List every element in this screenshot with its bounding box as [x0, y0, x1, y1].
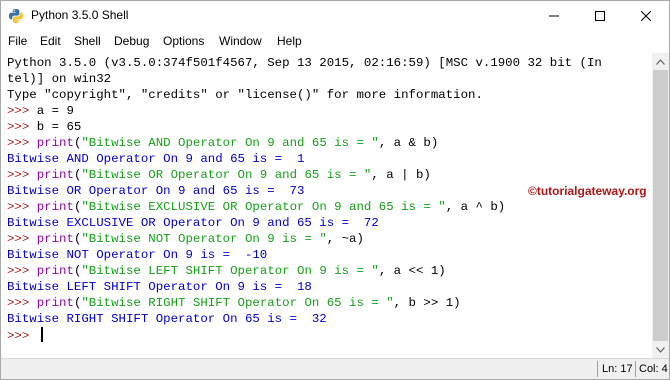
prompt: >>> [7, 120, 37, 134]
menu-shell[interactable]: Shell [74, 34, 101, 48]
builtin-name: print [36, 200, 74, 214]
shell-text-area[interactable]: Python 3.5.0 (v3.5.0:374f501f4567, Sep 1… [1, 53, 652, 358]
output-line: Bitwise LEFT SHIFT Operator On 9 is = 18 [7, 280, 312, 294]
input-line: >>> print("Bitwise LEFT SHIFT Operator O… [7, 263, 446, 279]
builtin-name: print [36, 264, 74, 278]
prompt: >>> [7, 296, 37, 310]
status-bar: Ln: 17 Col: 4 [1, 358, 669, 379]
window-title: Python 3.5.0 Shell [31, 8, 129, 22]
input-line: >>> print("Bitwise OR Operator On 9 and … [7, 167, 431, 183]
prompt: >>> [7, 264, 37, 278]
banner-line: Python 3.5.0 (v3.5.0:374f501f4567, Sep 1… [7, 56, 602, 70]
code: b = 65 [36, 120, 82, 134]
menu-window[interactable]: Window [219, 34, 262, 48]
input-line: >>> b = 65 [7, 119, 81, 135]
menu-debug[interactable]: Debug [114, 34, 149, 48]
code-tail: , a | b) [371, 168, 431, 182]
menu-help[interactable]: Help [277, 34, 302, 48]
output-line: Bitwise AND Operator On 9 and 65 is = 1 [7, 152, 305, 166]
output-line: Bitwise NOT Operator On 9 is = -10 [7, 248, 268, 262]
prompt: >>> [7, 329, 37, 343]
scroll-up-arrow-icon [656, 58, 665, 65]
prompt: >>> [7, 200, 37, 214]
close-icon [641, 11, 651, 21]
code-tail: , a << 1) [378, 264, 446, 278]
scroll-down-arrow-icon [656, 346, 665, 353]
string-literal: "Bitwise EXCLUSIVE OR Operator On 9 and … [81, 200, 446, 214]
input-line: >>> print("Bitwise AND Operator On 9 and… [7, 135, 438, 151]
string-literal: "Bitwise NOT Operator On 9 is = " [81, 232, 327, 246]
minimize-icon [549, 15, 559, 17]
status-divider [597, 361, 598, 377]
menu-bar: File Edit Shell Debug Options Window Hel… [1, 31, 669, 53]
builtin-name: print [36, 232, 74, 246]
code-tail: , b >> 1) [393, 296, 461, 310]
column-number-status: Col: 4 [639, 363, 668, 375]
status-divider [635, 361, 636, 377]
code-tail: , a ^ b) [445, 200, 506, 214]
code-tail: , a & b) [378, 136, 439, 150]
output-line: Bitwise OR Operator On 9 and 65 is = 73 [7, 184, 305, 198]
string-literal: "Bitwise LEFT SHIFT Operator On 9 is = " [81, 264, 379, 278]
minimize-button[interactable] [531, 1, 577, 31]
input-line: >>> print("Bitwise RIGHT SHIFT Operator … [7, 295, 461, 311]
banner-line: tel)] on win32 [7, 72, 112, 86]
prompt: >>> [7, 136, 37, 150]
scrollbar-thumb[interactable] [653, 70, 668, 341]
builtin-name: print [36, 168, 74, 182]
input-line: >>> print("Bitwise NOT Operator On 9 is … [7, 231, 364, 247]
scroll-up-button[interactable] [652, 53, 669, 70]
menu-options[interactable]: Options [163, 34, 204, 48]
scroll-down-button[interactable] [652, 341, 669, 358]
builtin-name: print [36, 296, 74, 310]
code: a = 9 [36, 104, 74, 118]
menu-file[interactable]: File [8, 34, 27, 48]
prompt: >>> [7, 232, 37, 246]
watermark: ©tutorialgateway.org [528, 184, 647, 198]
close-button[interactable] [623, 1, 669, 31]
python-icon [8, 8, 24, 24]
vertical-scrollbar[interactable] [652, 53, 669, 358]
prompt: >>> [7, 104, 37, 118]
maximize-button[interactable] [577, 1, 623, 31]
maximize-icon [595, 11, 605, 21]
string-literal: "Bitwise RIGHT SHIFT Operator On 65 is =… [81, 296, 394, 310]
prompt: >>> [7, 168, 37, 182]
output-line: Bitwise EXCLUSIVE OR Operator On 9 and 6… [7, 216, 379, 230]
builtin-name: print [36, 136, 74, 150]
input-line: >>> a = 9 [7, 103, 74, 119]
current-input-line[interactable]: >>> [7, 327, 43, 343]
title-bar[interactable]: Python 3.5.0 Shell [1, 1, 669, 31]
text-cursor [40, 327, 43, 342]
python-shell-window: Python 3.5.0 Shell File Edit Shell Debug… [0, 0, 670, 380]
output-line: Bitwise RIGHT SHIFT Operator On 65 is = … [7, 312, 327, 326]
string-literal: "Bitwise AND Operator On 9 and 65 is = " [81, 136, 379, 150]
input-line: >>> print("Bitwise EXCLUSIVE OR Operator… [7, 199, 505, 215]
menu-edit[interactable]: Edit [40, 34, 61, 48]
banner-line: Type "copyright", "credits" or "license(… [7, 88, 483, 102]
line-number-status: Ln: 17 [602, 363, 633, 375]
string-literal: "Bitwise OR Operator On 9 and 65 is = " [81, 168, 372, 182]
code-tail: , ~a) [326, 232, 364, 246]
